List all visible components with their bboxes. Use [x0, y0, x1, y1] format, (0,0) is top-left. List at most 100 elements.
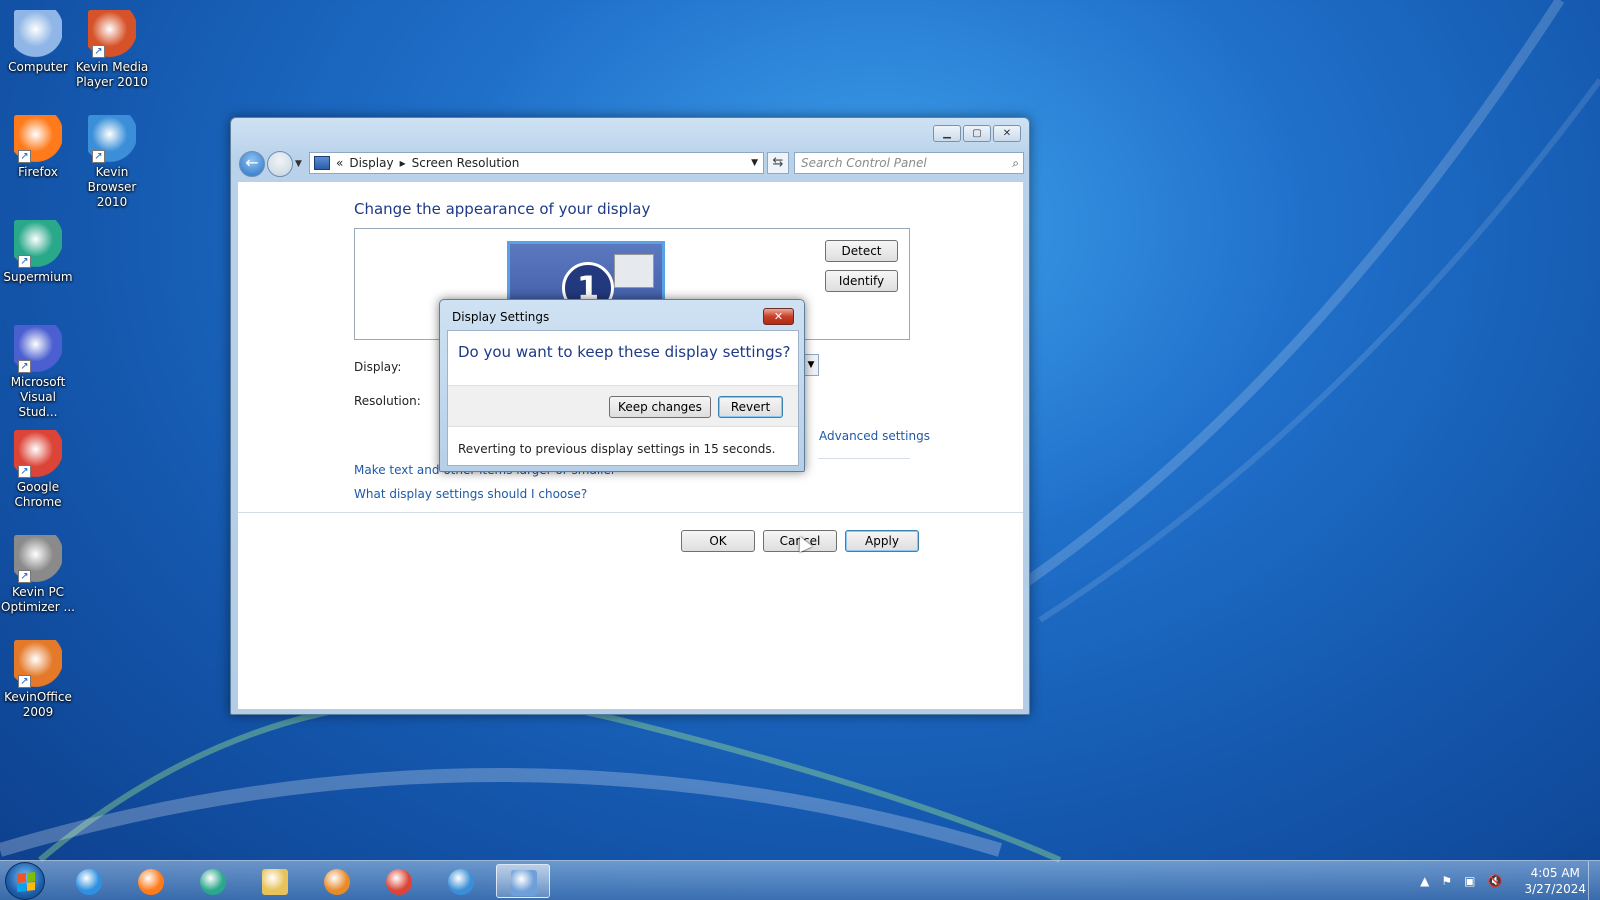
revert-countdown-text: Reverting to previous display settings i…: [458, 442, 776, 456]
desktop-icon-label: Computer: [8, 60, 68, 74]
volume-muted-icon[interactable]: 🔇: [1488, 874, 1503, 888]
display-dropdown-icon[interactable]: ▼: [803, 354, 819, 376]
refresh-button[interactable]: ⇆: [767, 152, 789, 174]
dialog-title: Display Settings: [452, 310, 550, 324]
action-center-flag-icon[interactable]: ⚑: [1441, 874, 1452, 888]
shortcut-arrow-icon: ↗: [18, 150, 31, 163]
breadcrumb-screen-resolution[interactable]: Screen Resolution: [412, 156, 520, 170]
chrome-icon: [386, 869, 412, 895]
shortcut-arrow-icon: ↗: [18, 675, 31, 688]
back-button[interactable]: ←: [239, 151, 265, 177]
shortcut-arrow-icon: ↗: [18, 570, 31, 583]
shortcut-arrow-icon: ↗: [18, 360, 31, 373]
system-tray: ▲ ⚑ ▣ 🔇 4:05 AM 3/27/2024: [1420, 861, 1586, 900]
taskbar-chrome[interactable]: [372, 864, 426, 898]
search-icon[interactable]: ⌕: [1012, 153, 1019, 173]
taskbar: ▲ ⚑ ▣ 🔇 4:05 AM 3/27/2024: [0, 860, 1600, 900]
firefox-icon: ↗: [14, 115, 62, 163]
desktop-icon-label: Microsoft Visual Stud...: [10, 375, 66, 419]
ok-button[interactable]: OK: [681, 530, 755, 552]
visual-studio-icon: ↗: [14, 325, 62, 373]
refresh-icon: ⇆: [772, 155, 784, 170]
close-button[interactable]: ✕: [993, 125, 1021, 142]
detect-button[interactable]: Detect: [825, 240, 898, 262]
desktop-icon-firefox[interactable]: ↗ Firefox: [0, 115, 76, 180]
back-arrow-icon: ←: [245, 153, 259, 172]
taskbar-firefox[interactable]: [124, 864, 178, 898]
firefox-icon: [138, 869, 164, 895]
display-settings-icon: [511, 870, 537, 896]
address-bar[interactable]: « Display ▸ Screen Resolution ▼: [309, 152, 764, 174]
breadcrumb-separator-icon[interactable]: ▸: [400, 156, 406, 170]
taskbar-ie[interactable]: [62, 864, 116, 898]
breadcrumb-overflow[interactable]: «: [336, 156, 343, 170]
desktop-icon-computer[interactable]: Computer: [0, 10, 76, 75]
desktop-icon-label: Kevin PC Optimizer ...: [1, 585, 75, 614]
desktop-icon-kevin-media-player[interactable]: ↗ Kevin Media Player 2010: [74, 10, 150, 90]
apply-button[interactable]: Apply: [845, 530, 919, 552]
show-desktop-button[interactable]: [1588, 861, 1600, 900]
start-button[interactable]: [5, 862, 45, 900]
shortcut-arrow-icon: ↗: [18, 465, 31, 478]
desktop-icon-label: Kevin Browser 2010: [87, 165, 137, 209]
taskbar-explorer[interactable]: [248, 864, 302, 898]
shortcut-arrow-icon: ↗: [92, 150, 105, 163]
desktop-icon-kevin-office[interactable]: ↗ KevinOffice 2009: [0, 640, 76, 720]
folder-icon: [262, 869, 288, 895]
display-settings-dialog: Display Settings ✕ Do you want to keep t…: [439, 299, 805, 472]
minimize-button[interactable]: ▁: [933, 125, 961, 142]
taskbar-supermium[interactable]: [186, 864, 240, 898]
taskbar-kevin-browser[interactable]: [434, 864, 488, 898]
maximize-button[interactable]: ▢: [963, 125, 991, 142]
recent-pages-dropdown-icon[interactable]: ▼: [295, 159, 302, 169]
taskbar-control-panel[interactable]: [496, 864, 550, 898]
desktop-icon-kevin-pc-optimizer[interactable]: ↗ Kevin PC Optimizer ...: [0, 535, 76, 615]
taskbar-media-player[interactable]: [310, 864, 364, 898]
desktop-icon-supermium[interactable]: ↗ Supermium: [0, 220, 76, 285]
desktop-icon-label: Supermium: [3, 270, 73, 284]
internet-explorer-icon: [76, 869, 102, 895]
network-icon[interactable]: ▣: [1464, 874, 1475, 888]
revert-button[interactable]: Revert: [718, 396, 783, 418]
dialog-button-band: Keep changes Revert: [448, 385, 798, 427]
shortcut-arrow-icon: ↗: [18, 255, 31, 268]
desktop-icon-label: Firefox: [18, 165, 58, 179]
desktop-icon-label: Google Chrome: [14, 480, 62, 509]
forward-button[interactable]: [267, 151, 293, 177]
clock[interactable]: 4:05 AM 3/27/2024: [1524, 865, 1586, 897]
globe-icon: [448, 869, 474, 895]
close-icon: ✕: [773, 310, 784, 323]
office-icon: ↗: [14, 640, 62, 688]
speedometer-icon: ↗: [14, 535, 62, 583]
identify-button[interactable]: Identify: [825, 270, 898, 292]
desktop-icon-kevin-browser[interactable]: ↗ Kevin Browser 2010: [74, 115, 150, 210]
advanced-settings-link[interactable]: Advanced settings: [819, 429, 930, 443]
clock-date: 3/27/2024: [1524, 882, 1586, 896]
address-dropdown-icon[interactable]: ▼: [751, 158, 758, 168]
chrome-icon: ↗: [14, 430, 62, 478]
keep-changes-button[interactable]: Keep changes: [609, 396, 711, 418]
display-help-link[interactable]: What display settings should I choose?: [354, 487, 587, 501]
mini-window-icon: [614, 254, 654, 288]
page-title: Change the appearance of your display: [354, 200, 651, 218]
display-icon: [314, 156, 330, 170]
divider: [818, 458, 910, 459]
windows-logo-icon: [17, 872, 35, 892]
search-input[interactable]: Search Control Panel ⌕: [794, 152, 1024, 174]
dialog-close-button[interactable]: ✕: [763, 308, 794, 325]
media-player-icon: ↗: [88, 10, 136, 58]
media-player-icon: [324, 869, 350, 895]
navigation-bar: ← ▼ « Display ▸ Screen Resolution ▼ ⇆ Se…: [239, 151, 1024, 177]
desktop-icon-label: KevinOffice 2009: [4, 690, 72, 719]
desktop-icon-google-chrome[interactable]: ↗ Google Chrome: [0, 430, 76, 510]
desktop-icon-visual-studio[interactable]: ↗ Microsoft Visual Stud...: [0, 325, 76, 420]
desktop-icon-label: Kevin Media Player 2010: [75, 60, 149, 89]
breadcrumb-display[interactable]: Display: [349, 156, 393, 170]
globe-icon: ↗: [88, 115, 136, 163]
caption-buttons: ▁ ▢ ✕: [933, 125, 1021, 142]
dialog-question: Do you want to keep these display settin…: [458, 343, 791, 361]
show-hidden-icons-icon[interactable]: ▲: [1420, 874, 1429, 888]
resolution-label: Resolution:: [354, 394, 421, 408]
computer-icon: [14, 10, 62, 58]
dialog-body: Do you want to keep these display settin…: [447, 330, 799, 466]
